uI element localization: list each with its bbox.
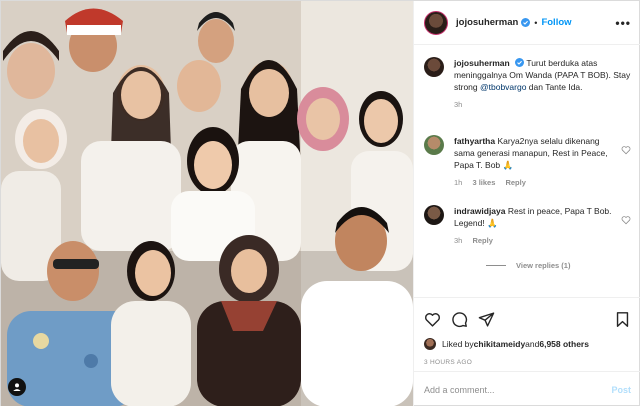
comment-icon[interactable] (451, 311, 468, 328)
comment-time[interactable]: 3h (454, 236, 462, 245)
comment-like-heart-icon[interactable] (621, 215, 631, 225)
reply-button[interactable]: Reply (505, 178, 525, 187)
caption-meta: 3h (454, 99, 631, 111)
likes-prefix: Liked by (442, 339, 474, 349)
view-replies-button[interactable]: View replies (1) (486, 261, 631, 270)
post-sidebar: jojosuherman • Follow ••• jojosuherman T… (413, 1, 640, 406)
instagram-post-modal: jojosuherman • Follow ••• jojosuherman T… (0, 0, 640, 406)
user-tag-icon[interactable] (8, 378, 26, 396)
author-username[interactable]: jojosuherman (456, 17, 518, 28)
caption-row: jojosuherman Turut berduka atas meningga… (424, 57, 631, 123)
comment-like-heart-icon[interactable] (621, 145, 631, 155)
post-comment-button[interactable]: Post (611, 385, 631, 395)
comments-list[interactable]: jojosuherman Turut berduka atas meningga… (414, 45, 640, 297)
caption-username[interactable]: jojosuherman (454, 58, 510, 68)
caption-avatar[interactable] (424, 57, 444, 77)
author-avatar[interactable] (424, 10, 448, 35)
likes-middle: and (525, 339, 540, 349)
group-photo-illustration (1, 1, 413, 406)
add-comment-input[interactable] (424, 384, 612, 395)
commenter-avatar[interactable] (424, 205, 444, 225)
post-header: jojosuherman • Follow ••• (414, 1, 640, 45)
liker-avatar[interactable] (424, 338, 436, 350)
comment-body: fathyartha Karya2nya selalu dikenang sam… (454, 135, 615, 189)
comment-time[interactable]: 1h (454, 178, 462, 187)
likes-others-count[interactable]: 6,958 others (539, 339, 589, 349)
comment-username[interactable]: fathyartha (454, 136, 495, 146)
share-icon[interactable] (478, 311, 495, 328)
reply-button[interactable]: Reply (472, 236, 492, 245)
caption-body: jojosuherman Turut berduka atas meningga… (454, 57, 631, 111)
commenter-avatar[interactable] (424, 135, 444, 155)
comment-meta: 3h Reply (454, 235, 615, 247)
caption-mention-link[interactable]: @tbobvargo (480, 82, 526, 92)
verified-badge-icon (515, 58, 525, 67)
add-comment-bar: Post (414, 371, 640, 406)
heart-icon[interactable] (424, 311, 441, 328)
comment-username[interactable]: indrawidjaya (454, 206, 506, 216)
caption-text-end: dan Tante Ida. (526, 82, 583, 92)
post-photo[interactable] (1, 1, 413, 406)
likes-summary: Liked by chikitameidy and 6,958 others (424, 338, 631, 350)
action-icons-row (424, 306, 631, 332)
comment-body: indrawidjaya Rest in peace, Papa T Bob. … (454, 205, 615, 247)
follow-button[interactable]: Follow (541, 17, 571, 28)
post-actions: Liked by chikitameidy and 6,958 others 3… (414, 297, 640, 366)
comment-item: indrawidjaya Rest in peace, Papa T Bob. … (424, 205, 631, 247)
comment-item: fathyartha Karya2nya selalu dikenang sam… (424, 135, 631, 189)
post-timestamp[interactable]: 3 HOURS AGO (424, 359, 631, 366)
liker-username[interactable]: chikitameidy (474, 339, 526, 349)
header-separator: • (534, 17, 538, 28)
comment-likes-count[interactable]: 3 likes (472, 178, 495, 187)
save-icon[interactable] (614, 311, 631, 328)
more-options-button[interactable]: ••• (615, 16, 631, 30)
verified-badge-icon (521, 18, 531, 27)
comment-meta: 1h 3 likes Reply (454, 177, 615, 189)
caption-time[interactable]: 3h (454, 100, 462, 109)
